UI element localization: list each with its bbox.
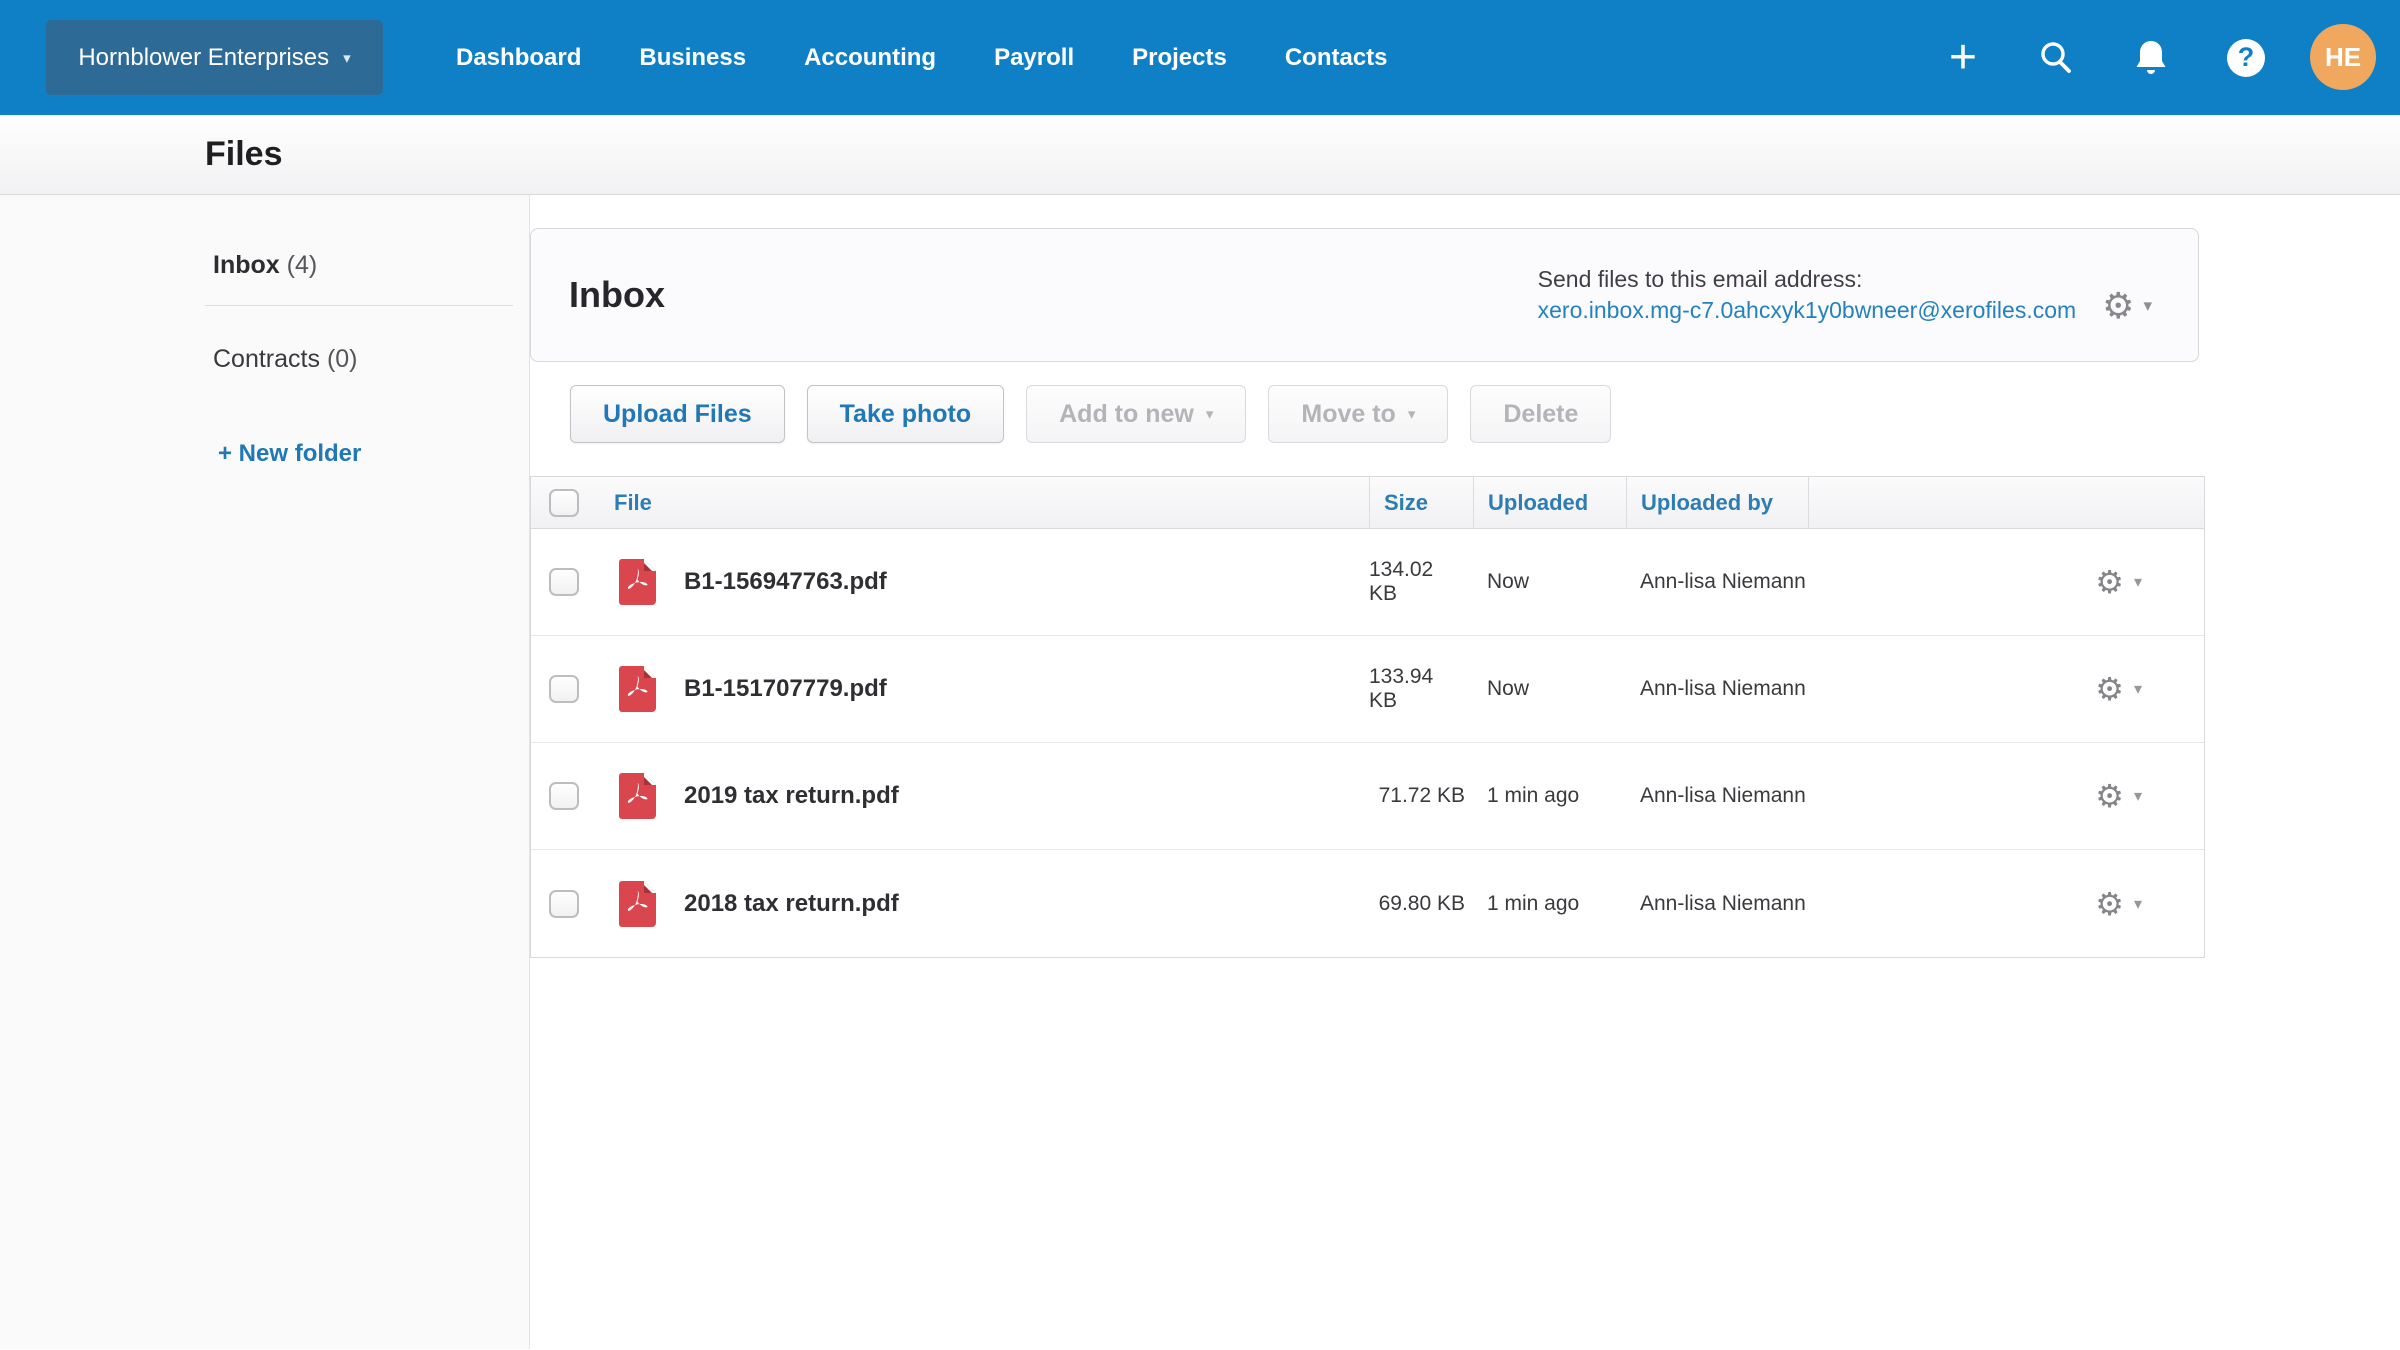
plus-icon: + (1949, 36, 1977, 80)
table-row: B1-151707779.pdf 133.94 KB Now Ann-lisa … (531, 636, 2204, 743)
file-uploaded-by: Ann-lisa Niemann (1640, 570, 1806, 594)
gear-icon: ⚙ (2102, 288, 2134, 324)
table-header-row: File Size Uploaded Uploaded by (531, 477, 2204, 529)
pdf-file-icon (619, 881, 656, 927)
file-size: 69.80 KB (1379, 892, 1465, 916)
upload-files-button[interactable]: Upload Files (570, 385, 785, 443)
chevron-down-icon[interactable]: ▾ (2134, 572, 2142, 592)
inbox-email-link[interactable]: xero.inbox.mg-c7.0ahcxyk1y0bwneer@xerofi… (1538, 294, 2077, 326)
pdf-file-icon (619, 666, 656, 712)
chevron-down-icon: ▾ (1206, 405, 1214, 423)
chevron-down-icon[interactable]: ▾ (2134, 679, 2142, 699)
chevron-down-icon: ▾ (1408, 405, 1416, 423)
org-name: Hornblower Enterprises (78, 44, 329, 72)
chevron-down-icon: ▾ (2143, 296, 2152, 316)
add-to-new-button[interactable]: Add to new ▾ (1026, 385, 1246, 443)
pdf-file-icon (619, 773, 656, 819)
nav-item-projects[interactable]: Projects (1132, 44, 1227, 72)
nav-item-contacts[interactable]: Contacts (1285, 44, 1388, 72)
nav-item-accounting[interactable]: Accounting (804, 44, 936, 72)
row-settings-button[interactable]: ⚙ (2095, 566, 2124, 598)
search-icon (2036, 38, 2076, 78)
file-uploaded: Now (1487, 677, 1529, 701)
file-uploaded-by: Ann-lisa Niemann (1640, 784, 1806, 808)
column-header-actions (1808, 477, 2204, 528)
move-to-button[interactable]: Move to ▾ (1268, 385, 1448, 443)
sidebar-inbox-count: (4) (287, 251, 318, 279)
org-switcher-button[interactable]: Hornblower Enterprises ▾ (46, 20, 383, 95)
select-all-checkbox[interactable] (549, 489, 579, 517)
sidebar-divider (205, 305, 513, 306)
bell-icon (2130, 37, 2172, 79)
page-title: Files (205, 135, 282, 174)
top-navigation-bar: Hornblower Enterprises ▾ Dashboard Busin… (0, 0, 2400, 115)
add-new-button[interactable]: + (1941, 0, 1985, 115)
sidebar-contracts-label: Contracts (213, 345, 320, 373)
file-uploaded-by: Ann-lisa Niemann (1640, 892, 1806, 916)
header-checkbox-cell (531, 477, 599, 528)
chevron-down-icon[interactable]: ▾ (2134, 786, 2142, 806)
file-name-link[interactable]: 2018 tax return.pdf (684, 890, 899, 918)
nav-item-dashboard[interactable]: Dashboard (456, 44, 581, 72)
file-size: 134.02 KB (1369, 558, 1465, 606)
send-files-group: Send files to this email address: xero.i… (1538, 264, 2152, 326)
file-name-link[interactable]: B1-156947763.pdf (684, 568, 887, 596)
panel-title: Inbox (569, 274, 665, 316)
search-button[interactable] (2034, 0, 2078, 115)
inbox-panel-header: Inbox Send files to this email address: … (530, 228, 2199, 362)
row-checkbox[interactable] (549, 782, 579, 810)
table-row: B1-156947763.pdf 134.02 KB Now Ann-lisa … (531, 529, 2204, 636)
avatar[interactable]: HE (2310, 24, 2376, 90)
file-uploaded-by: Ann-lisa Niemann (1640, 677, 1806, 701)
avatar-initials: HE (2325, 42, 2361, 73)
notifications-button[interactable] (2129, 0, 2173, 115)
page-header: Files (0, 115, 2400, 195)
table-row: 2018 tax return.pdf 69.80 KB 1 min ago A… (531, 850, 2204, 957)
row-checkbox[interactable] (549, 890, 579, 918)
table-row: 2019 tax return.pdf 71.72 KB 1 min ago A… (531, 743, 2204, 850)
nav-item-payroll[interactable]: Payroll (994, 44, 1074, 72)
chevron-down-icon[interactable]: ▾ (2134, 894, 2142, 914)
files-table: File Size Uploaded Uploaded by B1-156947… (530, 476, 2205, 958)
column-header-file: File (599, 477, 1369, 528)
row-settings-button[interactable]: ⚙ (2095, 673, 2124, 705)
sidebar-inbox-label: Inbox (213, 251, 280, 279)
delete-button[interactable]: Delete (1470, 385, 1611, 443)
main-nav: Dashboard Business Accounting Payroll Pr… (456, 0, 1388, 115)
file-uploaded: 1 min ago (1487, 892, 1579, 916)
row-settings-button[interactable]: ⚙ (2095, 888, 2124, 920)
column-header-size: Size (1369, 477, 1473, 528)
sidebar-item-contracts[interactable]: Contracts (0) (213, 345, 358, 374)
new-folder-button[interactable]: + New folder (218, 440, 361, 468)
chevron-down-icon: ▾ (343, 49, 351, 67)
row-checkbox[interactable] (549, 675, 579, 703)
send-files-texts: Send files to this email address: xero.i… (1538, 264, 2077, 326)
file-uploaded: Now (1487, 570, 1529, 594)
files-toolbar: Upload Files Take photo Add to new ▾ Mov… (570, 385, 1611, 443)
send-files-label: Send files to this email address: (1538, 264, 2077, 294)
content-area: Inbox (4) Contracts (0) + New folder Inb… (0, 195, 2400, 1349)
sidebar-contracts-count: (0) (327, 345, 358, 373)
pdf-file-icon (619, 559, 656, 605)
file-name-link[interactable]: 2019 tax return.pdf (684, 782, 899, 810)
file-size: 133.94 KB (1369, 665, 1465, 713)
nav-item-business[interactable]: Business (639, 44, 746, 72)
column-header-uploaded: Uploaded (1473, 477, 1626, 528)
take-photo-button[interactable]: Take photo (807, 385, 1004, 443)
help-button[interactable]: ? (2224, 0, 2268, 115)
file-uploaded: 1 min ago (1487, 784, 1579, 808)
file-name-link[interactable]: B1-151707779.pdf (684, 675, 887, 703)
file-size: 71.72 KB (1379, 784, 1465, 808)
sidebar-item-inbox[interactable]: Inbox (4) (213, 251, 317, 280)
email-settings-button[interactable]: ⚙ ▾ (2102, 288, 2152, 326)
question-mark-icon: ? (2227, 39, 2265, 77)
row-settings-button[interactable]: ⚙ (2095, 780, 2124, 812)
row-checkbox[interactable] (549, 568, 579, 596)
column-header-uploaded-by: Uploaded by (1626, 477, 1808, 528)
